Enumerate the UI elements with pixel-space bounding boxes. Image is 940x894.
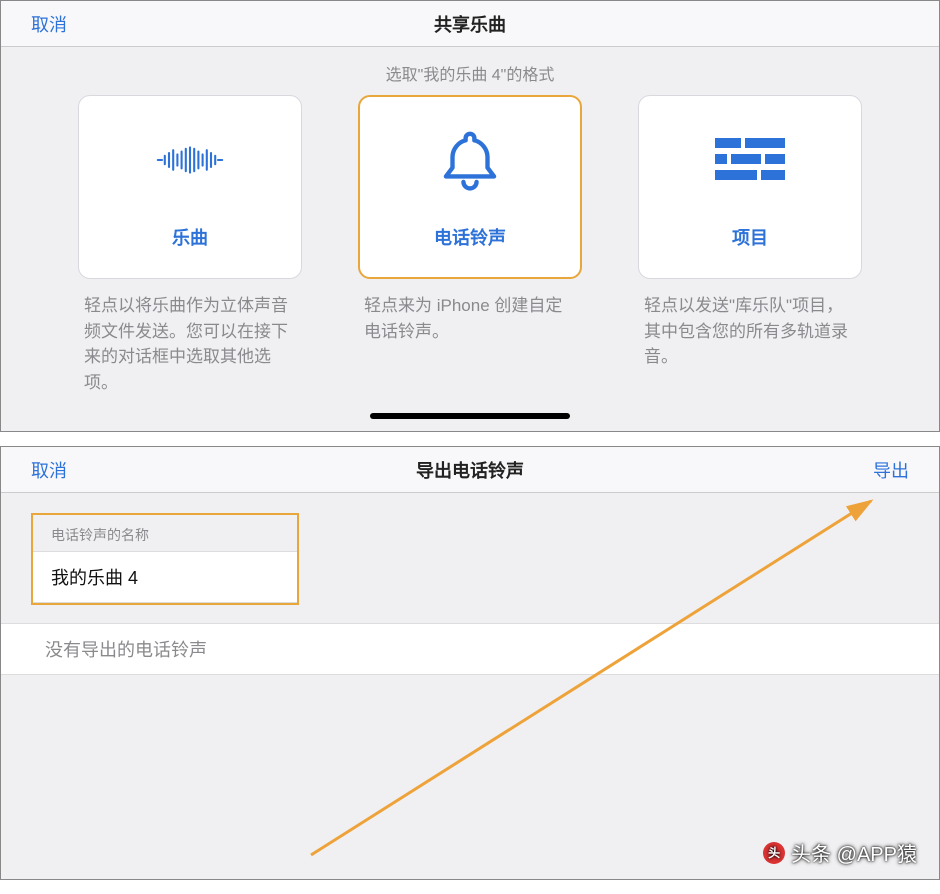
- format-card-ringtone-desc: 轻点来为 iPhone 创建自定电话铃声。: [358, 279, 582, 344]
- export-header: 取消 导出电话铃声 导出: [1, 447, 939, 493]
- format-card-project-desc: 轻点以发送"库乐队"项目，其中包含您的所有多轨道录音。: [638, 279, 862, 370]
- format-card-song-label: 乐曲: [172, 224, 208, 250]
- tracks-icon: [715, 125, 785, 200]
- bell-icon: [435, 125, 505, 200]
- export-button[interactable]: 导出: [873, 457, 909, 483]
- format-card-song-desc: 轻点以将乐曲作为立体声音频文件发送。您可以在接下来的对话框中选取其他选项。: [78, 279, 302, 395]
- watermark: 头 头条 @APP猿: [763, 838, 917, 867]
- format-subtitle: 选取"我的乐曲 4"的格式: [1, 47, 939, 95]
- annotation-arrow-icon: [301, 495, 901, 865]
- share-title: 共享乐曲: [1, 11, 939, 37]
- share-song-panel: 取消 共享乐曲 选取"我的乐曲 4"的格式: [0, 0, 940, 432]
- format-card-ringtone[interactable]: 电话铃声: [358, 95, 582, 279]
- export-title: 导出电话铃声: [1, 457, 939, 483]
- watermark-text: 头条 @APP猿: [791, 838, 917, 867]
- format-card-project-label: 项目: [732, 224, 768, 250]
- cancel-button[interactable]: 取消: [31, 11, 67, 37]
- home-indicator: [370, 413, 570, 419]
- ringtone-name-caption: 电话铃声的名称: [33, 515, 297, 551]
- format-card-ringtone-label: 电话铃声: [434, 224, 506, 250]
- watermark-badge-icon: 头: [763, 842, 785, 864]
- format-cards-row: 乐曲 轻点以将乐曲作为立体声音频文件发送。您可以在接下来的对话框中选取其他选项。…: [1, 95, 939, 395]
- ringtone-name-input[interactable]: 我的乐曲 4: [33, 551, 297, 603]
- waveform-icon: [155, 125, 225, 200]
- format-card-song[interactable]: 乐曲: [78, 95, 302, 279]
- cancel-button[interactable]: 取消: [31, 457, 67, 483]
- format-card-project[interactable]: 项目: [638, 95, 862, 279]
- share-header: 取消 共享乐曲: [1, 1, 939, 47]
- ringtone-name-group: 电话铃声的名称 我的乐曲 4: [31, 513, 299, 605]
- export-ringtone-panel: 取消 导出电话铃声 导出 电话铃声的名称 我的乐曲 4 没有导出的电话铃声 头 …: [0, 446, 940, 880]
